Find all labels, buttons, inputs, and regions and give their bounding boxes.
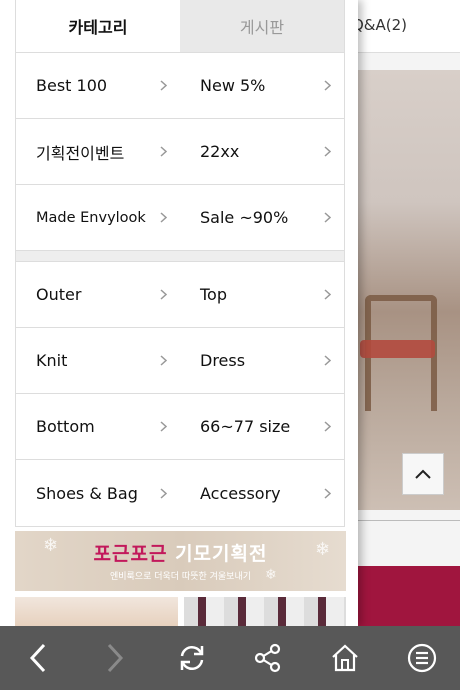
menu-section-divider <box>16 251 344 262</box>
chevron-right-icon <box>320 354 334 368</box>
banner-subtitle: 엔비룩으로 더욱더 따뜻한 겨울보내기 <box>109 572 252 582</box>
banner-title-pink: 포근포근 <box>93 543 168 565</box>
menu-item-accessory[interactable]: Accessory <box>180 460 344 526</box>
menu-row: Shoes & Bag Accessory <box>16 460 344 526</box>
menu-item-event[interactable]: 기획전이벤트 <box>16 119 180 184</box>
menu-item-label: Sale ~90% <box>200 208 289 227</box>
background-product-photo <box>345 70 460 510</box>
share-icon <box>255 643 281 673</box>
menu-item-dress[interactable]: Dress <box>180 328 344 393</box>
banner-title: 포근포근 기모기획전 <box>15 539 346 566</box>
category-drawer: 카테고리 게시판 Best 100 New 5% 기획전이벤트 22xx Mad… <box>0 0 358 626</box>
forward-button[interactable] <box>92 635 138 681</box>
chevron-right-icon <box>156 145 170 159</box>
banner-title-white: 기모기획전 <box>175 543 268 565</box>
menu-item-best100[interactable]: Best 100 <box>16 53 180 118</box>
chevron-right-icon <box>320 79 334 93</box>
background-divider <box>345 520 460 521</box>
tab-category[interactable]: 카테고리 <box>15 0 180 52</box>
browser-bottom-bar <box>0 626 460 690</box>
chevron-right-icon <box>156 486 170 500</box>
chevron-right-icon <box>156 354 170 368</box>
menu-item-label: Knit <box>36 351 68 370</box>
menu-item-bottom[interactable]: Bottom <box>16 394 180 459</box>
menu-item-top[interactable]: Top <box>180 262 344 327</box>
back-button[interactable] <box>15 635 61 681</box>
menu-item-label: Top <box>200 285 227 304</box>
product-thumbnail[interactable] <box>184 597 346 626</box>
menu-item-label: 66~77 size <box>200 417 291 436</box>
chevron-right-icon <box>156 420 170 434</box>
chair-seat-image <box>360 340 435 358</box>
share-button[interactable] <box>245 635 291 681</box>
background-qa-tab[interactable]: Q&A(2) <box>352 16 407 34</box>
chevron-right-icon <box>320 420 334 434</box>
menu-item-label: Bottom <box>36 417 95 436</box>
menu-item-knit[interactable]: Knit <box>16 328 180 393</box>
chevron-right-icon <box>320 486 334 500</box>
forward-icon <box>107 643 124 673</box>
menu-row: Outer Top <box>16 262 344 328</box>
menu-item-label: Accessory <box>200 483 281 503</box>
menu-item-label: New 5% <box>200 76 266 95</box>
menu-item-label: 22xx <box>200 142 240 161</box>
chevron-right-icon <box>320 211 334 225</box>
menu-item-label: 기획전이벤트 <box>36 143 125 163</box>
menu-item-new5[interactable]: New 5% <box>180 53 344 118</box>
menu-item-label: Made Envylook <box>36 209 146 226</box>
background-pink-banner <box>345 566 460 626</box>
menu-row: Best 100 New 5% <box>16 53 344 119</box>
menu-item-shoes-bag[interactable]: Shoes & Bag <box>16 460 180 526</box>
scroll-top-button[interactable] <box>402 453 444 495</box>
home-button[interactable] <box>322 635 368 681</box>
menu-item-outer[interactable]: Outer <box>16 262 180 327</box>
promo-banner[interactable]: ❄ ❄ ❄ 포근포근 기모기획전 엔비룩으로 더욱더 따뜻한 겨울보내기 <box>15 531 346 591</box>
refresh-button[interactable] <box>169 635 215 681</box>
drawer-tabs: 카테고리 게시판 <box>15 0 345 52</box>
product-thumbnail[interactable] <box>15 597 178 626</box>
menu-row: Made Envylook Sale ~90% <box>16 185 344 251</box>
menu-item-22xx[interactable]: 22xx <box>180 119 344 184</box>
chevron-right-icon <box>156 211 170 225</box>
menu-button[interactable] <box>399 635 445 681</box>
chevron-right-icon <box>156 79 170 93</box>
back-icon <box>30 643 46 673</box>
menu-row: 기획전이벤트 22xx <box>16 119 344 185</box>
menu-item-label: Dress <box>200 351 246 370</box>
refresh-icon <box>180 646 203 670</box>
menu-row: Bottom 66~77 size <box>16 394 344 460</box>
menu-icon <box>407 643 436 673</box>
menu-item-sale[interactable]: Sale ~90% <box>180 185 344 250</box>
chevron-right-icon <box>320 288 334 302</box>
menu-item-label: Outer <box>36 285 82 304</box>
tab-board[interactable]: 게시판 <box>180 0 345 52</box>
menu-item-label: Shoes & Bag <box>36 483 138 503</box>
chevron-up-icon <box>415 469 431 479</box>
category-menu: Best 100 New 5% 기획전이벤트 22xx Made Envyloo… <box>15 52 345 527</box>
menu-row: Knit Dress <box>16 328 344 394</box>
product-thumbnails <box>15 597 346 626</box>
menu-item-size[interactable]: 66~77 size <box>180 394 344 459</box>
chevron-right-icon <box>156 288 170 302</box>
menu-item-made-envylook[interactable]: Made Envylook <box>16 185 180 250</box>
chevron-right-icon <box>320 145 334 159</box>
home-icon <box>332 644 358 672</box>
menu-item-label: Best 100 <box>36 76 108 95</box>
